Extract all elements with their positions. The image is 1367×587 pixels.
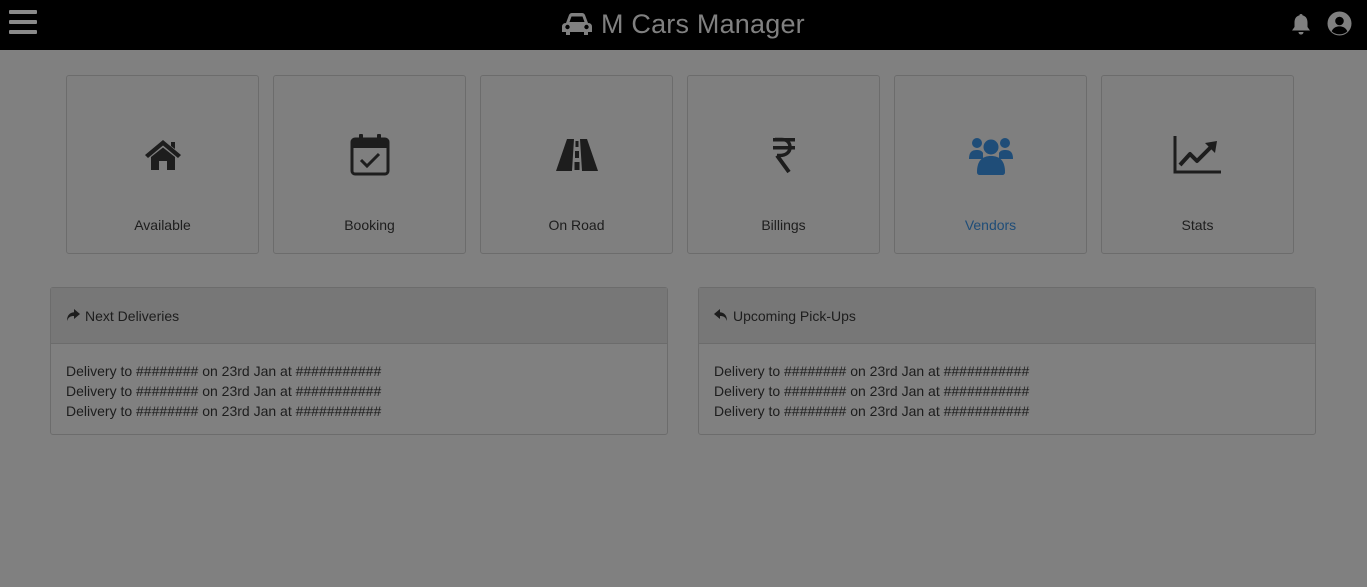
panel-heading: Next Deliveries [51,288,667,344]
car-icon [562,13,592,35]
panel-title: Upcoming Pick-Ups [733,307,856,324]
list-item: Delivery to ######## on 23rd Jan at ####… [66,383,382,399]
tile-label: Stats [1181,217,1214,233]
panel-heading: Upcoming Pick-Ups [699,288,1315,344]
line-chart-icon [1173,136,1221,174]
tile-label: Billings [761,217,806,233]
tile-label: Booking [344,217,395,233]
brand[interactable]: M Cars Manager [560,6,805,42]
share-arrow-icon [67,309,80,321]
hamburger-menu-icon[interactable] [9,10,37,36]
list-item: Delivery to ######## on 23rd Jan at ####… [714,363,1030,379]
list-item: Delivery to ######## on 23rd Jan at ####… [714,403,1030,419]
road-icon [555,139,598,171]
tile-label: Available [134,217,191,233]
list-item: Delivery to ######## on 23rd Jan at ####… [66,403,382,419]
tile-stats[interactable]: Stats [1101,75,1294,254]
app-title: M Cars Manager [601,8,805,39]
user-circle-icon[interactable] [1327,11,1352,36]
upcoming-pickups-panel: Upcoming Pick-Ups Delivery to ######## o… [698,287,1316,435]
bell-icon[interactable] [1289,12,1313,36]
calendar-check-icon [350,134,389,176]
home-icon [144,140,181,170]
top-navbar: M Cars Manager [0,0,1367,50]
tile-billings[interactable]: Billings [687,75,880,254]
tile-vendors[interactable]: Vendors [894,75,1087,254]
reply-arrow-icon [714,309,727,321]
tile-booking[interactable]: Booking [273,75,466,254]
tile-on-road[interactable]: On Road [480,75,673,254]
users-icon [968,138,1013,175]
tile-available[interactable]: Available [66,75,259,254]
rupee-icon [772,137,795,174]
tile-label: On Road [548,217,605,233]
list-item: Delivery to ######## on 23rd Jan at ####… [714,383,1030,399]
tile-label: Vendors [964,217,1017,233]
list-item: Delivery to ######## on 23rd Jan at ####… [66,363,382,379]
next-deliveries-panel: Next Deliveries Delivery to ######## on … [50,287,668,435]
panel-title: Next Deliveries [85,307,180,324]
